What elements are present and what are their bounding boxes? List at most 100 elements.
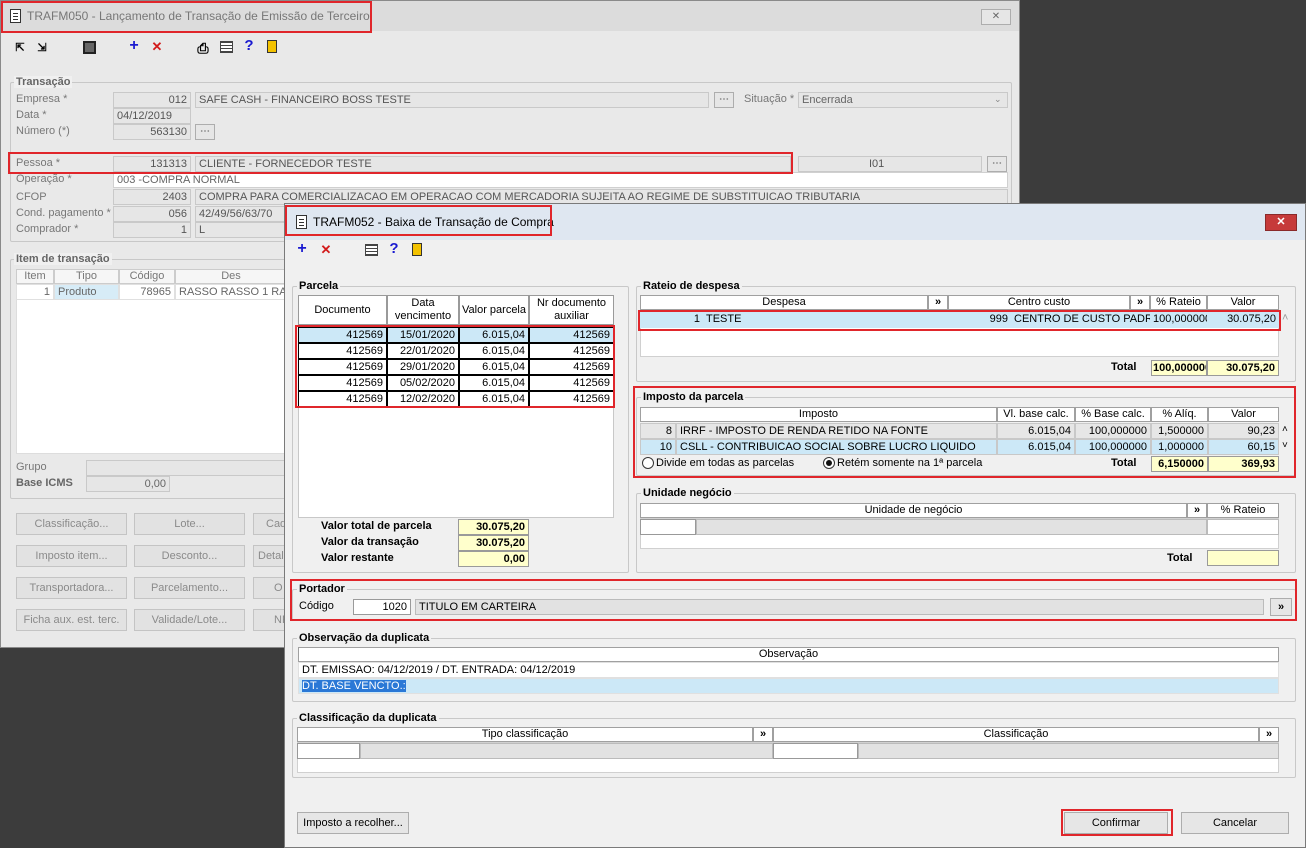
first-icon[interactable]: ⇱ <box>13 41 27 55</box>
help-icon[interactable]: ? <box>244 38 254 53</box>
imposto-cell-pbase[interactable]: 100,000000 <box>1075 439 1151 455</box>
unidade-cell-rateio[interactable] <box>1207 519 1279 535</box>
rateio-scroll-up-icon[interactable]: ˄ <box>1282 312 1288 324</box>
cfop-code-field[interactable]: 2403 <box>113 189 191 205</box>
classificacao-cell-code[interactable] <box>773 743 858 759</box>
classificacao-cell-tipo-code[interactable] <box>297 743 360 759</box>
item-cell-tipo[interactable]: Produto <box>54 284 119 300</box>
classificacao-tipo-lookup[interactable]: » <box>753 727 773 742</box>
add-icon[interactable]: + <box>128 38 140 54</box>
parcela-cell[interactable]: 6.015,04 <box>459 375 529 391</box>
unidade-cell-code[interactable] <box>640 519 696 535</box>
parcela-cell[interactable]: 412569 <box>298 343 387 359</box>
parcela-cell[interactable]: 6.015,04 <box>459 391 529 407</box>
rateio-cell-cc[interactable]: CENTRO DE CUSTO PADRAO <box>1011 312 1150 328</box>
parcela-cell[interactable]: 12/02/2020 <box>387 391 459 407</box>
parcela-cell[interactable]: 29/01/2020 <box>387 359 459 375</box>
dialog-grid-icon[interactable] <box>365 244 378 256</box>
rateio-cell-valor[interactable]: 30.075,20 <box>1207 312 1279 328</box>
radio-first-only-icon[interactable] <box>823 457 835 470</box>
parcela-cell[interactable]: 6.015,04 <box>459 343 529 359</box>
rateio-cell-despesa-code[interactable]: 1 <box>640 312 703 328</box>
dialog-add-icon[interactable]: + <box>296 241 308 257</box>
validade-lote-button[interactable]: Validade/Lote... <box>134 609 245 631</box>
observacao-line-2[interactable]: DT. BASE VENCTO.: <box>298 678 1279 694</box>
o-button[interactable]: O <box>253 577 287 599</box>
parcela-cell[interactable]: 412569 <box>529 375 614 391</box>
radio-divide-all[interactable]: Divide em todas as parcelas <box>642 457 794 470</box>
situacao-select[interactable]: Encerrada <box>798 92 1008 108</box>
imposto-cell-valor[interactable]: 90,23 <box>1208 423 1279 439</box>
exit-icon[interactable] <box>267 40 277 53</box>
imposto-recolher-button[interactable]: Imposto a recolher... <box>297 812 409 834</box>
rateio-centro-lookup[interactable]: » <box>1130 295 1150 310</box>
parcela-cell[interactable]: 412569 <box>529 327 614 343</box>
imposto-cell-base[interactable]: 6.015,04 <box>997 439 1075 455</box>
parcela-cell[interactable]: 412569 <box>298 391 387 407</box>
cad-button[interactable]: Cad <box>253 513 287 535</box>
imposto-cell-code[interactable]: 10 <box>640 439 676 455</box>
comprador-code-field[interactable]: 1 <box>113 222 191 238</box>
delete-icon[interactable]: ✕ <box>151 40 163 54</box>
numero-field[interactable]: 563130 <box>113 124 191 140</box>
parcela-cell[interactable]: 15/01/2020 <box>387 327 459 343</box>
lote-button[interactable]: Lote... <box>134 513 245 535</box>
nav-icon[interactable]: ⇲ <box>35 41 49 55</box>
print-icon[interactable]: ⎙ <box>196 41 210 55</box>
imposto-cell-aliq[interactable]: 1,500000 <box>1151 423 1208 439</box>
item-cell-codigo[interactable]: 78965 <box>119 284 175 300</box>
back-close-button[interactable]: ✕ <box>981 9 1011 25</box>
empresa-lookup-button[interactable]: ⋯ <box>714 92 734 108</box>
portador-codigo-field[interactable]: 1020 <box>353 599 411 615</box>
parcela-cell[interactable]: 412569 <box>298 359 387 375</box>
rateio-despesa-lookup[interactable]: » <box>928 295 948 310</box>
parcela-cell[interactable]: 412569 <box>529 359 614 375</box>
observacao-line-1[interactable]: DT. EMISSAO: 04/12/2019 / DT. ENTRADA: 0… <box>298 662 1279 678</box>
empresa-code-field[interactable]: 012 <box>113 92 191 108</box>
parcela-cell[interactable]: 412569 <box>298 375 387 391</box>
save-icon[interactable] <box>83 41 96 54</box>
cancelar-button[interactable]: Cancelar <box>1181 812 1289 834</box>
parcela-cell[interactable]: 412569 <box>298 327 387 343</box>
parcela-cell[interactable]: 05/02/2020 <box>387 375 459 391</box>
pessoa-lookup-button[interactable]: ⋯ <box>987 156 1007 172</box>
dialog-help-icon[interactable]: ? <box>389 241 399 256</box>
dialog-delete-icon[interactable]: ✕ <box>320 243 332 257</box>
imposto-cell-aliq[interactable]: 1,000000 <box>1151 439 1208 455</box>
detal-button[interactable]: Detal <box>253 545 287 567</box>
parcela-cell[interactable]: 412569 <box>529 391 614 407</box>
transportadora-button[interactable]: Transportadora... <box>16 577 127 599</box>
grid-icon[interactable] <box>220 41 233 53</box>
imposto-cell-pbase[interactable]: 100,000000 <box>1075 423 1151 439</box>
dialog-close-button[interactable]: ✕ <box>1265 214 1297 231</box>
rateio-cell-percent[interactable]: 100,000000 <box>1150 312 1207 328</box>
parcela-cell[interactable]: 412569 <box>529 343 614 359</box>
rateio-cell-despesa[interactable]: TESTE <box>703 312 948 328</box>
item-cell-item[interactable]: 1 <box>16 284 54 300</box>
situacao-chevron-down-icon[interactable]: ⌄ <box>994 94 1002 105</box>
back-window-titlebar[interactable]: TRAFM050 - Lançamento de Transação de Em… <box>1 1 1019 31</box>
dialog-titlebar[interactable]: TRAFM052 - Baixa de Transação de Compra <box>285 204 1305 240</box>
ficha-aux-button[interactable]: Ficha aux. est. terc. <box>16 609 127 631</box>
nf-button[interactable]: NF <box>253 609 287 631</box>
parcela-cell[interactable]: 22/01/2020 <box>387 343 459 359</box>
cond-code-field[interactable]: 056 <box>113 206 191 222</box>
parcelamento-button[interactable]: Parcelamento... <box>134 577 245 599</box>
pessoa-code-field[interactable]: 131313 <box>113 156 191 172</box>
rateio-cell-cc-code[interactable]: 999 <box>948 312 1011 328</box>
radio-first-only[interactable]: Retém somente na 1ª parcela <box>823 457 982 470</box>
numero-lookup-button[interactable]: ⋯ <box>195 124 215 140</box>
parcela-cell[interactable]: 6.015,04 <box>459 327 529 343</box>
imposto-cell-base[interactable]: 6.015,04 <box>997 423 1075 439</box>
radio-divide-all-icon[interactable] <box>642 457 654 470</box>
classificacao-lookup[interactable]: » <box>1259 727 1279 742</box>
confirmar-button[interactable]: Confirmar <box>1064 812 1168 834</box>
classificacao-button[interactable]: Classificação... <box>16 513 127 535</box>
item-cell-desc[interactable]: RASSO RASSO 1 RAS <box>175 284 287 300</box>
imposto-cell-code[interactable]: 8 <box>640 423 676 439</box>
operacao-select[interactable]: 003 -COMPRA NORMAL <box>113 172 1008 188</box>
desconto-button[interactable]: Desconto... <box>134 545 245 567</box>
imposto-cell-name[interactable]: CSLL - CONTRIBUICAO SOCIAL SOBRE LUCRO L… <box>676 439 997 455</box>
imposto-cell-valor[interactable]: 60,15 <box>1208 439 1279 455</box>
imposto-scroll-down-icon[interactable]: ˅ <box>1282 440 1288 451</box>
